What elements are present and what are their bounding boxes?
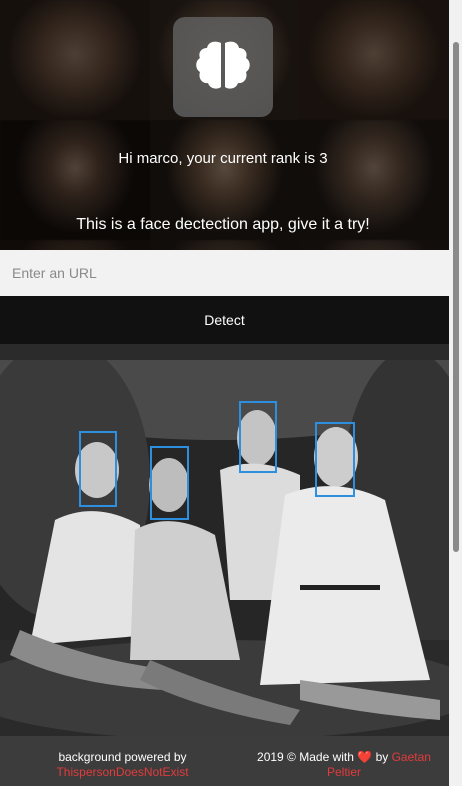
footer-background-text: background powered by	[58, 750, 187, 764]
footer-copyright: 2019 © Made with ❤️ by Gaetan Peltier	[244, 750, 444, 780]
face-bounding-box	[150, 446, 189, 520]
vertical-scrollbar[interactable]	[449, 0, 462, 786]
face-bounding-box	[239, 401, 277, 473]
brain-icon	[193, 39, 253, 96]
copyright-text: 2019 © Made with	[257, 750, 354, 764]
detect-button[interactable]: Detect	[0, 296, 449, 344]
analyzed-photo	[0, 360, 449, 736]
app-logo	[173, 17, 273, 117]
footer: background powered by ThispersonDoesNotE…	[0, 736, 449, 786]
app-viewport: Hi marco, your current rank is 3 This is…	[0, 0, 449, 786]
face-bounding-box	[315, 422, 355, 497]
url-input[interactable]	[0, 250, 449, 296]
scrollbar-thumb[interactable]	[453, 42, 459, 552]
user-greeting: Hi marco, your current rank is 3	[118, 150, 328, 167]
heart-icon: ❤️	[357, 750, 373, 764]
group-photo-image	[0, 360, 449, 736]
footer-credits: background powered by ThispersonDoesNotE…	[40, 750, 205, 780]
thisperson-link[interactable]: ThispersonDoesNotExist	[56, 765, 188, 779]
by-text: by	[375, 750, 389, 764]
face-bounding-box	[79, 431, 117, 507]
app-tagline: This is a face dectection app, give it a…	[76, 216, 370, 233]
